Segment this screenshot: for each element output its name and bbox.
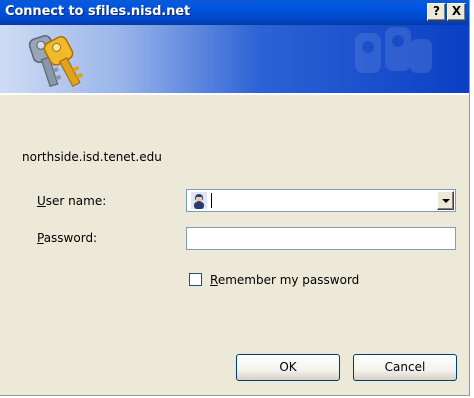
password-label-mnemonic: P [37,231,44,245]
password-input[interactable] [186,227,456,250]
username-label: User name: [37,194,106,208]
password-label-text: assword: [43,231,98,245]
text-caret [211,193,212,208]
username-combobox[interactable] [186,189,456,212]
password-label: Password: [37,231,97,245]
username-label-mnemonic: U [37,194,46,208]
server-name: northside.isd.tenet.edu [22,150,162,164]
remember-label-text: emember my password [217,273,360,287]
remember-password-label[interactable]: Remember my password [210,273,359,287]
remember-label-mnemonic: R [210,273,218,287]
username-dropdown-button[interactable] [437,191,454,210]
credentials-dialog: Connect to sfiles.nisd.net ? X northside… [0,0,470,396]
dialog-banner [0,25,469,93]
banner-keys-watermark-icon [355,27,432,73]
remember-password-checkbox[interactable] [189,273,202,286]
window-title: Connect to sfiles.nisd.net [5,4,191,19]
ok-button[interactable]: OK [236,354,340,381]
username-label-text: ser name: [45,194,107,208]
title-bar[interactable]: Connect to sfiles.nisd.net ? X [0,0,469,25]
cancel-button[interactable]: Cancel [353,354,457,381]
help-button[interactable]: ? [427,3,446,21]
user-avatar-icon [191,192,207,209]
banner-divider [0,93,469,95]
close-button[interactable]: X [447,3,466,21]
chevron-down-icon [442,199,450,203]
keys-icon [28,35,84,88]
